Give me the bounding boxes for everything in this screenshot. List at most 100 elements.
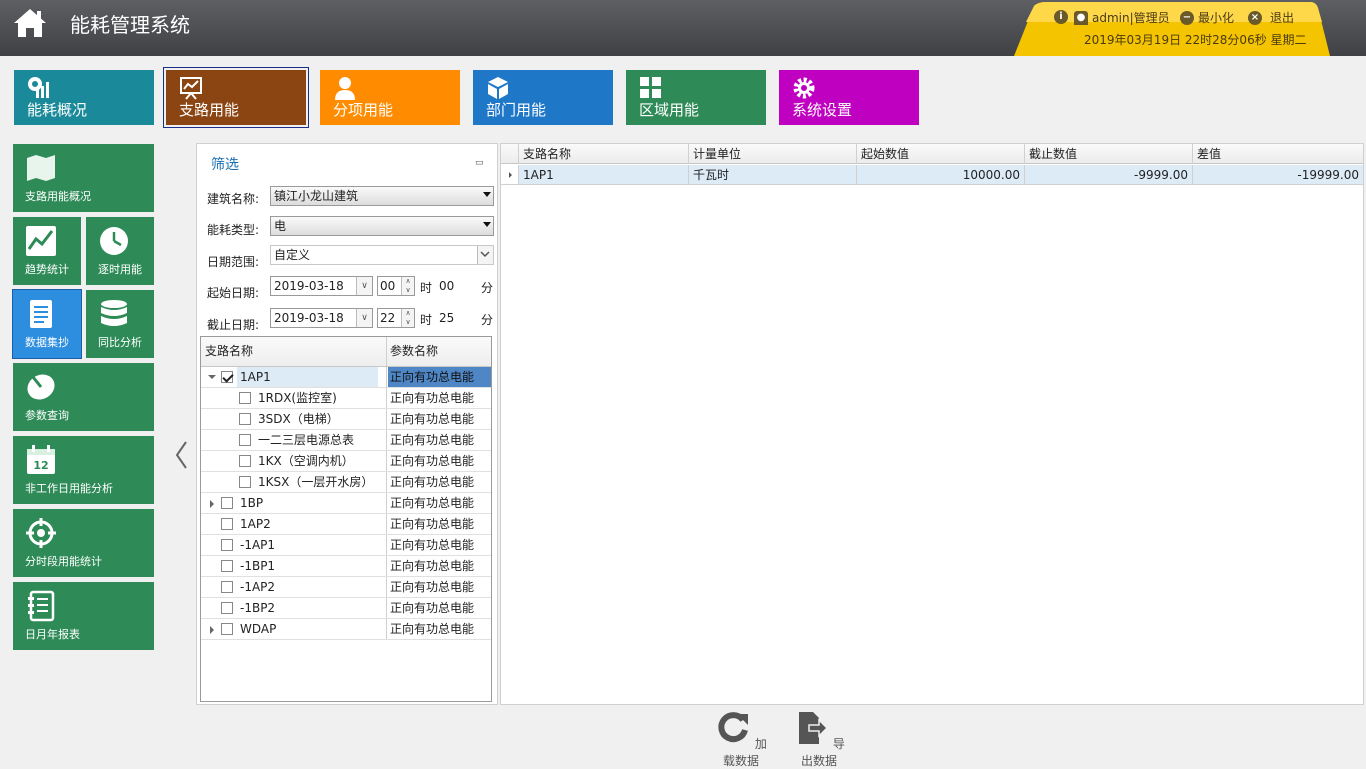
- grid-header-branch[interactable]: 支路名称: [519, 144, 689, 164]
- tree-header-param[interactable]: 参数名称: [388, 337, 491, 366]
- tree-row[interactable]: 1KX（空调内机） 正向有功总电能: [201, 451, 491, 472]
- tree-branch-cell[interactable]: 1BP: [201, 493, 387, 513]
- tree-branch-cell[interactable]: -1BP2: [201, 598, 387, 618]
- tree-param-cell[interactable]: 正向有功总电能: [388, 472, 491, 492]
- nav-branch-energy[interactable]: 支路用能: [163, 67, 309, 128]
- side-hourly-energy[interactable]: 逐时用能: [86, 217, 154, 285]
- tree-row[interactable]: 1AP2 正向有功总电能: [201, 514, 491, 535]
- tree-param-cell[interactable]: 正向有功总电能: [388, 493, 491, 513]
- tree-checkbox[interactable]: [239, 434, 251, 446]
- tree-branch-cell[interactable]: -1AP1: [201, 535, 387, 555]
- energy-type-select[interactable]: 电: [270, 216, 494, 236]
- start-hour-spinner[interactable]: 00 ∧ ∨: [377, 276, 415, 296]
- load-data-button[interactable]: 加载数据: [711, 708, 771, 768]
- grid-cell[interactable]: -9999.00: [1025, 165, 1193, 185]
- nav-system-settings[interactable]: 系统设置: [779, 70, 919, 125]
- tree-branch-cell[interactable]: 1RDX(监控室): [201, 388, 387, 408]
- tree-row[interactable]: -1AP1 正向有功总电能: [201, 535, 491, 556]
- tree-param-cell[interactable]: 正向有功总电能: [388, 388, 491, 408]
- end-date-picker[interactable]: 2019-03-18 ∨: [270, 308, 373, 328]
- tree-branch-cell[interactable]: 1KX（空调内机）: [201, 451, 387, 471]
- tree-param-cell[interactable]: 正向有功总电能: [388, 514, 491, 534]
- tree-checkbox[interactable]: [239, 392, 251, 404]
- side-period-stats[interactable]: 分时段用能统计: [13, 509, 154, 577]
- side-param-query[interactable]: 参数查询: [13, 363, 154, 431]
- chevron-down-icon[interactable]: ∨: [356, 277, 372, 295]
- pin-icon[interactable]: ▭: [475, 158, 484, 168]
- tree-row[interactable]: 1AP1 正向有功总电能: [201, 367, 491, 388]
- tree-row[interactable]: 1BP 正向有功总电能: [201, 493, 491, 514]
- expanded-arrow-icon[interactable]: [208, 375, 216, 379]
- tree-row[interactable]: WDAP 正向有功总电能: [201, 619, 491, 640]
- export-data-button[interactable]: 导出数据: [789, 708, 849, 768]
- tree-checkbox[interactable]: [239, 413, 251, 425]
- grid-header-unit[interactable]: 计量单位: [689, 144, 857, 164]
- tree-branch-cell[interactable]: -1BP1: [201, 556, 387, 576]
- row-indicator[interactable]: [501, 165, 519, 185]
- tree-param-cell[interactable]: 正向有功总电能: [388, 367, 491, 387]
- nav-item-energy[interactable]: 分项用能: [320, 70, 460, 125]
- tree-param-cell[interactable]: 正向有功总电能: [388, 556, 491, 576]
- end-hour-spinner[interactable]: 22 ∧ ∨: [377, 308, 415, 328]
- nav-department-energy[interactable]: 部门用能: [473, 70, 613, 125]
- grid-header-diff[interactable]: 差值: [1193, 144, 1363, 164]
- collapsed-arrow-icon[interactable]: [210, 626, 214, 634]
- tree-param-cell[interactable]: 正向有功总电能: [388, 430, 491, 450]
- tree-checkbox[interactable]: [221, 623, 233, 635]
- tree-header-branch[interactable]: 支路名称: [201, 337, 387, 366]
- grid-header-start[interactable]: 起始数值: [857, 144, 1025, 164]
- tree-checkbox[interactable]: [221, 371, 233, 383]
- nav-area-energy[interactable]: 区域用能: [626, 70, 766, 125]
- building-select[interactable]: 镇江小龙山建筑: [270, 186, 494, 206]
- minimize-button[interactable]: − 最小化: [1180, 10, 1234, 26]
- logout-button[interactable]: × 退出: [1248, 10, 1294, 26]
- tree-branch-cell[interactable]: 3SDX（电梯）: [201, 409, 387, 429]
- chevron-down-icon[interactable]: ∨: [356, 309, 372, 327]
- tree-row[interactable]: 一二三层电源总表 正向有功总电能: [201, 430, 491, 451]
- tree-branch-cell[interactable]: 一二三层电源总表: [201, 430, 387, 450]
- start-minute-select[interactable]: 00: [439, 276, 715, 296]
- grid-header-end[interactable]: 截止数值: [1025, 144, 1193, 164]
- side-trend-stats[interactable]: 趋势统计: [13, 217, 81, 285]
- side-yoy-analysis[interactable]: 同比分析: [86, 290, 154, 358]
- tree-param-cell[interactable]: 正向有功总电能: [388, 619, 491, 639]
- side-branch-overview[interactable]: 支路用能概况: [13, 144, 154, 212]
- spin-arrows-icon[interactable]: ∧ ∨: [401, 277, 414, 295]
- start-date-picker[interactable]: 2019-03-18 ∨: [270, 276, 373, 296]
- collapsed-arrow-icon[interactable]: [210, 500, 214, 508]
- tree-row[interactable]: 1KSX（一层开水房） 正向有功总电能: [201, 472, 491, 493]
- tree-branch-cell[interactable]: 1AP2: [201, 514, 387, 534]
- side-report[interactable]: 日月年报表: [13, 582, 154, 650]
- tree-checkbox[interactable]: [221, 518, 233, 530]
- nav-energy-overview[interactable]: 能耗概况: [14, 70, 154, 125]
- home-icon[interactable]: [12, 6, 48, 40]
- tree-checkbox[interactable]: [239, 476, 251, 488]
- grid-cell[interactable]: 1AP1: [519, 165, 689, 185]
- tree-row[interactable]: 3SDX（电梯） 正向有功总电能: [201, 409, 491, 430]
- tree-branch-cell[interactable]: WDAP: [201, 619, 387, 639]
- spin-arrows-icon[interactable]: ∧ ∨: [401, 309, 414, 327]
- tree-param-cell[interactable]: 正向有功总电能: [388, 577, 491, 597]
- grid-cell[interactable]: -19999.00: [1193, 165, 1363, 185]
- tree-checkbox[interactable]: [221, 539, 233, 551]
- tree-row[interactable]: 1RDX(监控室) 正向有功总电能: [201, 388, 491, 409]
- collapse-sidebar-icon[interactable]: [172, 440, 192, 470]
- tree-param-cell[interactable]: 正向有功总电能: [388, 451, 491, 471]
- date-range-select[interactable]: 自定义: [270, 245, 494, 265]
- side-data-collection[interactable]: 数据集抄: [12, 289, 82, 359]
- tree-checkbox[interactable]: [221, 581, 233, 593]
- tree-row[interactable]: -1BP1 正向有功总电能: [201, 556, 491, 577]
- side-nonworkday-analysis[interactable]: 12 非工作日用能分析: [13, 436, 154, 504]
- tree-checkbox[interactable]: [221, 602, 233, 614]
- tree-row[interactable]: -1AP2 正向有功总电能: [201, 577, 491, 598]
- tree-row[interactable]: -1BP2 正向有功总电能: [201, 598, 491, 619]
- tree-param-cell[interactable]: 正向有功总电能: [388, 409, 491, 429]
- tree-checkbox[interactable]: [221, 560, 233, 572]
- grid-cell[interactable]: 千瓦时: [689, 165, 857, 185]
- tree-branch-cell[interactable]: -1AP2: [201, 577, 387, 597]
- tree-checkbox[interactable]: [239, 455, 251, 467]
- tree-param-cell[interactable]: 正向有功总电能: [388, 535, 491, 555]
- info-icon[interactable]: i: [1054, 10, 1072, 24]
- tree-branch-cell[interactable]: 1KSX（一层开水房）: [201, 472, 387, 492]
- tree-param-cell[interactable]: 正向有功总电能: [388, 598, 491, 618]
